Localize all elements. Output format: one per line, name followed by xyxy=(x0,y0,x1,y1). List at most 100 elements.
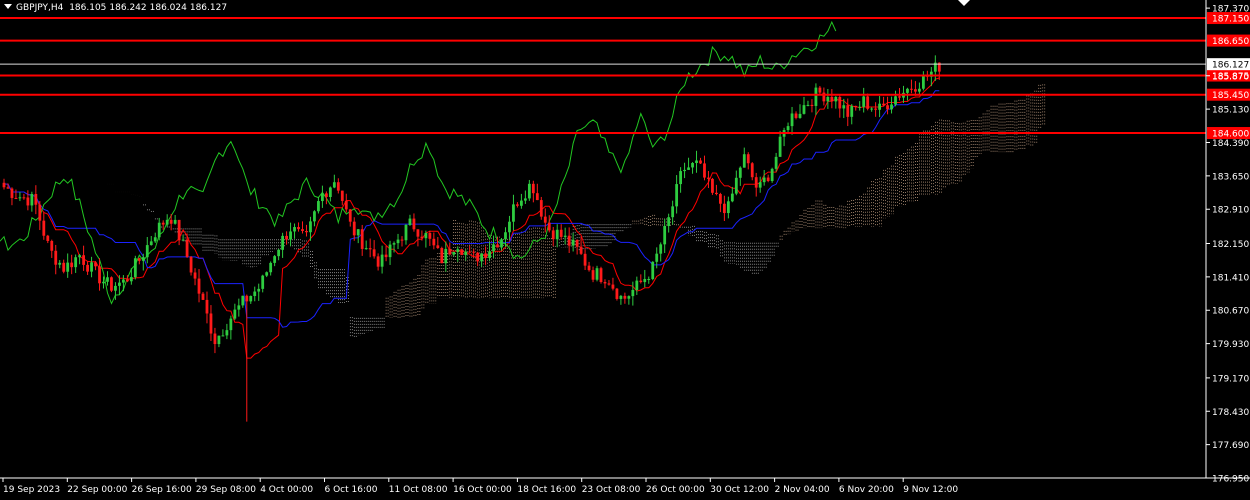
candle-body xyxy=(488,251,491,259)
candle-body xyxy=(86,264,89,272)
candle-body xyxy=(516,204,519,206)
current-price-label: 186.127 xyxy=(1212,61,1249,71)
candle-body xyxy=(360,229,364,249)
candle-body xyxy=(324,193,328,197)
horizontal-levels[interactable]: 187.150186.650185.875185.450184.600186.1… xyxy=(0,12,1250,140)
candle-body xyxy=(404,224,408,241)
candle-body xyxy=(635,280,639,290)
time-tick-label: 6 Nov 20:00 xyxy=(839,485,894,495)
candle-body xyxy=(66,262,70,272)
candle-body xyxy=(830,96,834,102)
candle-body xyxy=(862,96,866,107)
candle-body xyxy=(484,253,487,259)
candle-body xyxy=(70,262,74,268)
price-tick-label: 182.910 xyxy=(1212,206,1249,216)
candle-body xyxy=(675,184,679,207)
candle-body xyxy=(762,177,766,183)
candle-body xyxy=(826,96,830,102)
candle-body xyxy=(293,227,296,232)
candle-body xyxy=(328,187,332,197)
candle-body xyxy=(197,278,201,294)
candle-body xyxy=(571,239,575,246)
candle-body xyxy=(726,201,730,214)
candle-body xyxy=(786,126,790,131)
open-value: 186.105 xyxy=(69,3,107,13)
candle-body xyxy=(456,249,460,252)
candle-body xyxy=(368,248,372,250)
candle-body xyxy=(778,136,782,157)
candle-body xyxy=(392,243,396,245)
time-tick-label: 19 Sep 2023 xyxy=(3,485,60,495)
candle-body xyxy=(838,96,842,109)
candle-body xyxy=(563,235,567,237)
time-tick-label: 11 Oct 08:00 xyxy=(389,485,448,495)
candle-body xyxy=(6,187,10,189)
candle-body xyxy=(615,288,619,299)
price-tick-label: 178.430 xyxy=(1212,408,1249,418)
candles xyxy=(2,55,941,422)
candle-body xyxy=(352,221,356,236)
candle-body xyxy=(177,219,181,241)
candle-body xyxy=(440,247,444,264)
level-label: 186.650 xyxy=(1212,37,1249,47)
candle-body xyxy=(424,233,428,239)
candle-body xyxy=(261,275,265,289)
candle-body xyxy=(348,209,352,222)
candle-body xyxy=(94,262,97,267)
candle-body xyxy=(882,103,885,106)
candle-body xyxy=(878,103,881,110)
price-tick-label: 185.870 xyxy=(1212,72,1249,82)
candle-body xyxy=(46,235,50,241)
candle-body xyxy=(114,285,117,291)
candle-body xyxy=(719,194,722,204)
time-tick-label: 29 Sep 08:00 xyxy=(196,485,256,495)
price-tick-label: 187.370 xyxy=(1212,5,1249,15)
candle-body xyxy=(332,182,336,188)
candle-body xyxy=(384,254,388,258)
price-chart[interactable]: 187.150186.650185.875185.450184.600186.1… xyxy=(0,0,1250,500)
candle-body xyxy=(810,104,814,106)
candle-body xyxy=(448,248,452,255)
candle-body xyxy=(289,231,292,240)
candle-body xyxy=(715,192,718,195)
candle-body xyxy=(125,279,129,282)
candle-body xyxy=(110,277,113,291)
candle-body xyxy=(543,216,547,223)
candle-body xyxy=(647,278,651,280)
chart-header: GBPJPY,H4 186.105 186.242 186.024 186.127 xyxy=(4,2,230,14)
time-tick-label: 23 Oct 08:00 xyxy=(582,485,641,495)
shift-marker-icon[interactable] xyxy=(958,0,970,6)
candle-body xyxy=(722,203,726,214)
candle-body xyxy=(500,239,503,248)
candle-body xyxy=(611,284,615,289)
candle-body xyxy=(241,295,245,306)
candle-body xyxy=(555,229,559,240)
candle-body xyxy=(914,89,917,92)
candle-body xyxy=(468,251,472,253)
candle-body xyxy=(886,105,889,110)
candle-body xyxy=(412,218,416,230)
candle-body xyxy=(579,246,583,254)
candle-body xyxy=(802,105,806,114)
candle-body xyxy=(305,230,308,233)
candle-body xyxy=(707,177,710,179)
candle-body xyxy=(504,232,507,240)
candle-body xyxy=(213,333,217,345)
candle-body xyxy=(181,239,185,241)
candle-body xyxy=(380,254,384,267)
candle-body xyxy=(137,258,141,261)
candle-body xyxy=(587,265,591,271)
candle-body xyxy=(738,167,742,178)
price-tick-label: 179.930 xyxy=(1212,340,1249,350)
candle-body xyxy=(273,256,277,263)
candle-body xyxy=(221,335,225,337)
menu-triangle-icon[interactable] xyxy=(4,4,12,9)
time-tick-label: 30 Oct 12:00 xyxy=(710,485,769,495)
candle-body xyxy=(671,206,675,218)
candle-body xyxy=(567,235,571,246)
candle-body xyxy=(711,178,714,193)
candle-body xyxy=(834,96,838,102)
time-tick-label: 6 Oct 16:00 xyxy=(325,485,378,495)
candle-body xyxy=(416,229,420,237)
candle-body xyxy=(595,268,599,280)
